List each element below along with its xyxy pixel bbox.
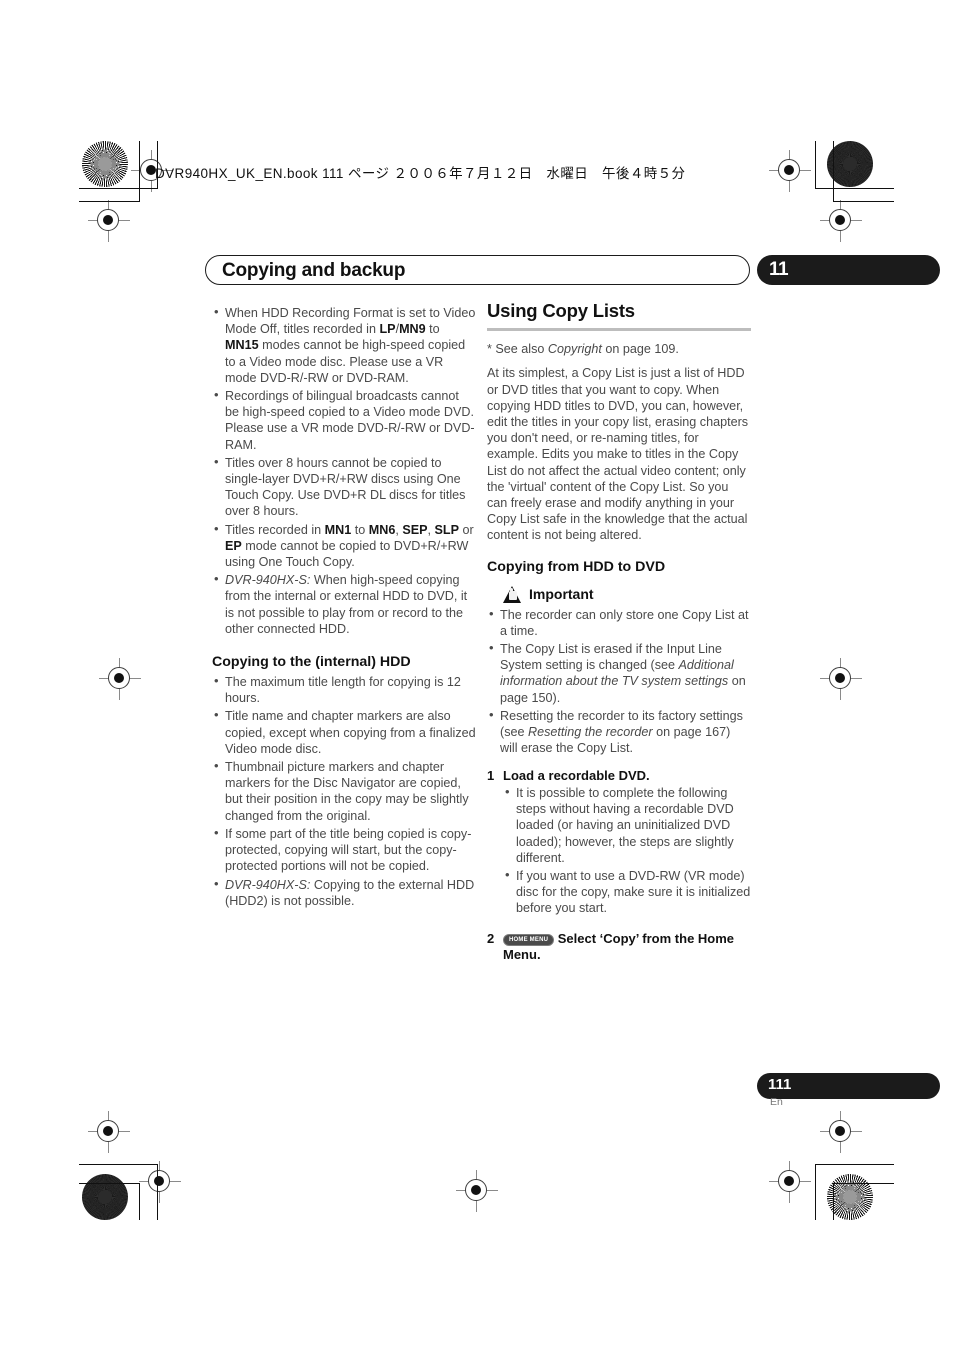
important-header: Important: [503, 585, 751, 603]
home-menu-button-badge: HOME MENU: [503, 933, 555, 947]
list-item: DVR-940HX-S: Copying to the external HDD…: [212, 875, 476, 909]
chapter-title-bar: Copying and backup: [205, 255, 750, 285]
right-subsection-heading: Copying from HDD to DVD: [487, 558, 666, 575]
list-item: It is possible to complete the following…: [503, 784, 751, 866]
right-section-title: Using Copy Lists: [487, 300, 635, 321]
crop-mark-bottom-right-inner: [833, 1183, 894, 1220]
list-item: The recorder can only store one Copy Lis…: [487, 606, 751, 639]
step-notes-list: It is possible to complete the following…: [503, 784, 751, 917]
important-label: Important: [529, 586, 594, 603]
book-info-header: DVR940HX_UK_EN.book 111 ページ ２００６年７月１２日 水…: [155, 166, 686, 181]
registration-crosshair-bottom-left-upper: [88, 1111, 130, 1153]
page-number: 111: [768, 1076, 792, 1093]
step-body: Load a recordable DVD.It is possible to …: [503, 768, 751, 918]
registration-crosshair-bottom-right-upper: [820, 1111, 862, 1153]
numbered-step: 1 Load a recordable DVD.It is possible to…: [487, 768, 751, 918]
left-section-heading: Copying to the (internal) HDD: [212, 654, 411, 671]
left-column: When HDD Recording Format is set to Vide…: [212, 304, 476, 911]
crop-mark-top-left-inner: [79, 141, 140, 202]
list-item: Titles recorded in MN1 to MN6, SEP, SLP …: [212, 521, 476, 571]
list-item: When HDD Recording Format is set to Vide…: [212, 304, 476, 386]
list-item: If you want to use a DVD-RW (VR mode) di…: [503, 867, 751, 917]
warning-triangle-icon: [503, 585, 522, 603]
crop-mark-top-right-inner: [833, 141, 894, 202]
left-section-notes-list: The maximum title length for copying is …: [212, 673, 476, 909]
title-rule: [487, 328, 751, 332]
list-item: Recordings of bilingual broadcasts canno…: [212, 387, 476, 453]
list-item: Resetting the recorder to its factory se…: [487, 707, 751, 757]
registration-crosshair-mid-left: [99, 658, 141, 700]
step-number: 1: [487, 768, 495, 784]
list-item: The maximum title length for copying is …: [212, 673, 476, 706]
step-title-text: Load a recordable DVD.: [503, 768, 650, 784]
registration-crosshair-bottom-right: [769, 1161, 811, 1203]
list-item: DVR-940HX-S: When high-speed copying fro…: [212, 571, 476, 637]
copy-list-intro: At its simplest, a Copy List is just a l…: [487, 366, 749, 543]
registration-crosshair-top-left-lower: [88, 200, 130, 242]
page-title: Copying and backup: [222, 260, 406, 281]
steps-container: 1 Load a recordable DVD.It is possible to…: [487, 768, 751, 963]
list-item: Titles over 8 hours cannot be copied to …: [212, 454, 476, 520]
page-number-bar: 111: [757, 1073, 940, 1099]
list-item: Title name and chapter markers are also …: [212, 707, 476, 757]
crop-mark-bottom-left-inner: [79, 1183, 140, 1220]
list-item: Thumbnail picture markers and chapter ma…: [212, 758, 476, 824]
right-column: Using Copy Lists * See also Copyright on…: [487, 300, 751, 964]
registration-crosshair-top-right-lower: [820, 200, 862, 242]
left-notes-list: When HDD Recording Format is set to Vide…: [212, 304, 476, 637]
step-number: 2: [487, 930, 495, 946]
step-body: HOME MENU Select ‘Copy’ from the Home Me…: [503, 931, 751, 964]
numbered-step: 2 HOME MENU Select ‘Copy’ from the Home M…: [487, 931, 751, 964]
list-item: If some part of the title being copied i…: [212, 825, 476, 875]
step-title: HOME MENU Select ‘Copy’ from the Home Me…: [503, 931, 751, 964]
chapter-number: 11: [769, 259, 789, 280]
registration-crosshair-bottom-center: [456, 1170, 498, 1212]
list-item: The Copy List is erased if the Input Lin…: [487, 640, 751, 706]
important-notes-list: The recorder can only store one Copy Lis…: [487, 606, 751, 757]
chapter-number-bar: 11: [757, 255, 940, 285]
registration-crosshair-top-right: [769, 150, 811, 192]
step-title: Load a recordable DVD.: [503, 768, 751, 785]
registration-crosshair-mid-right: [820, 658, 862, 700]
language-code: En: [770, 1096, 783, 1108]
see-also-note: * See also Copyright on page 109.: [487, 342, 679, 357]
